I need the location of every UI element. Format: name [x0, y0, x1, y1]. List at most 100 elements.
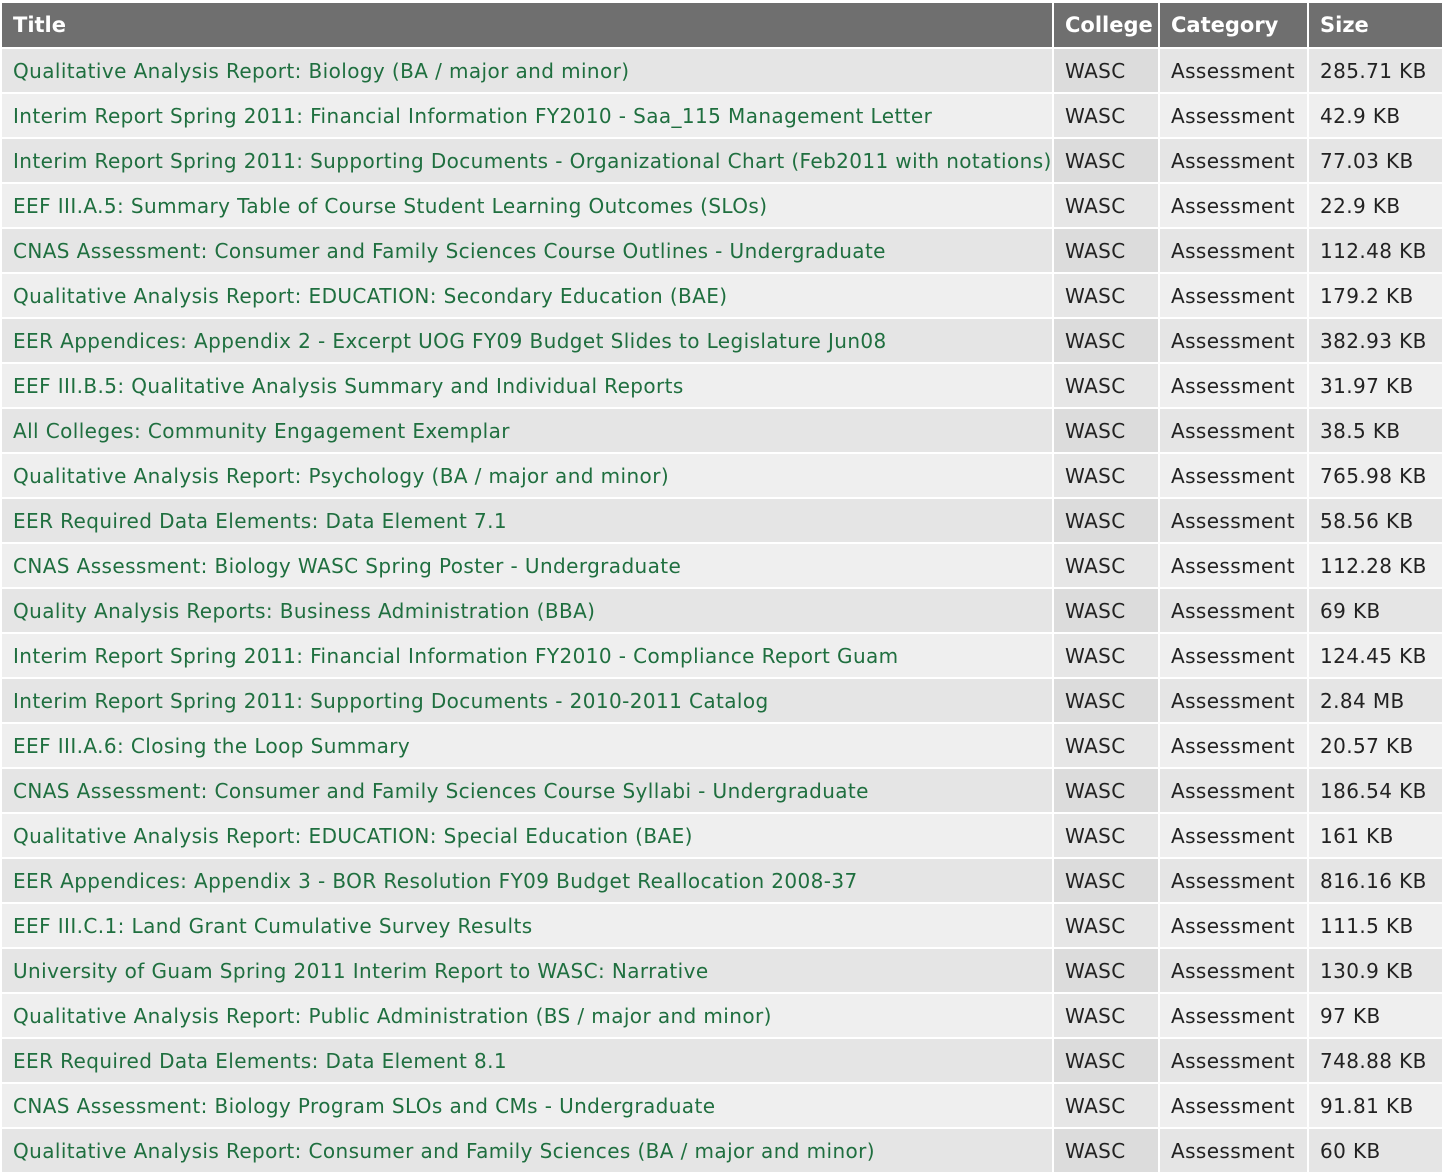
cell-category: Assessment	[1160, 947, 1309, 992]
cell-size: 161 KB	[1309, 812, 1442, 857]
cell-category: Assessment	[1160, 182, 1309, 227]
document-title-link[interactable]: Qualitative Analysis Report: Public Admi…	[13, 1004, 772, 1028]
document-title-link[interactable]: Interim Report Spring 2011: Supporting D…	[13, 689, 769, 713]
table-row: Qualitative Analysis Report: EDUCATION: …	[2, 272, 1442, 317]
table-row: University of Guam Spring 2011 Interim R…	[2, 947, 1442, 992]
cell-size: 77.03 KB	[1309, 137, 1442, 182]
table-body: Qualitative Analysis Report: Biology (BA…	[2, 47, 1442, 1172]
table-row: EER Appendices: Appendix 2 - Excerpt UOG…	[2, 317, 1442, 362]
document-title-link[interactable]: EER Required Data Elements: Data Element…	[13, 1049, 507, 1073]
document-title-link[interactable]: Qualitative Analysis Report: Psychology …	[13, 464, 669, 488]
cell-size: 111.5 KB	[1309, 902, 1442, 947]
document-title-link[interactable]: CNAS Assessment: Biology WASC Spring Pos…	[13, 554, 681, 578]
cell-size: 112.48 KB	[1309, 227, 1442, 272]
cell-category: Assessment	[1160, 902, 1309, 947]
cell-category: Assessment	[1160, 812, 1309, 857]
cell-college: WASC	[1054, 677, 1160, 722]
document-title-link[interactable]: University of Guam Spring 2011 Interim R…	[13, 959, 709, 983]
document-title-link[interactable]: Qualitative Analysis Report: Biology (BA…	[13, 59, 629, 83]
cell-category: Assessment	[1160, 587, 1309, 632]
cell-category: Assessment	[1160, 137, 1309, 182]
cell-category: Assessment	[1160, 92, 1309, 137]
cell-category: Assessment	[1160, 272, 1309, 317]
cell-size: 2.84 MB	[1309, 677, 1442, 722]
cell-category: Assessment	[1160, 497, 1309, 542]
table-row: Interim Report Spring 2011: Supporting D…	[2, 137, 1442, 182]
cell-size: 60 KB	[1309, 1127, 1442, 1172]
document-title-link[interactable]: EER Appendices: Appendix 2 - Excerpt UOG…	[13, 329, 887, 353]
table-row: Interim Report Spring 2011: Financial In…	[2, 92, 1442, 137]
document-title-link[interactable]: Quality Analysis Reports: Business Admin…	[13, 599, 595, 623]
cell-category: Assessment	[1160, 362, 1309, 407]
documents-table: Title College Category Size Qualitative …	[2, 3, 1442, 1172]
table-row: Qualitative Analysis Report: Biology (BA…	[2, 47, 1442, 92]
document-title-link[interactable]: All Colleges: Community Engagement Exemp…	[13, 419, 510, 443]
table-row: EEF III.A.6: Closing the Loop Summary WAS…	[2, 722, 1442, 767]
cell-college: WASC	[1054, 812, 1160, 857]
document-title-link[interactable]: Interim Report Spring 2011: Financial In…	[13, 644, 899, 668]
header-title[interactable]: Title	[2, 3, 1054, 47]
cell-size: 112.28 KB	[1309, 542, 1442, 587]
cell-size: 285.71 KB	[1309, 47, 1442, 92]
document-title-link[interactable]: EER Appendices: Appendix 3 - BOR Resolut…	[13, 869, 858, 893]
cell-title: All Colleges: Community Engagement Exemp…	[2, 407, 1054, 452]
document-title-link[interactable]: EEF III.C.1: Land Grant Cumulative Surve…	[13, 914, 533, 938]
cell-category: Assessment	[1160, 1037, 1309, 1082]
cell-college: WASC	[1054, 407, 1160, 452]
cell-college: WASC	[1054, 947, 1160, 992]
cell-college: WASC	[1054, 767, 1160, 812]
cell-college: WASC	[1054, 587, 1160, 632]
cell-size: 38.5 KB	[1309, 407, 1442, 452]
cell-college: WASC	[1054, 182, 1160, 227]
cell-title: EER Required Data Elements: Data Element…	[2, 1037, 1054, 1082]
cell-size: 22.9 KB	[1309, 182, 1442, 227]
cell-title: Qualitative Analysis Report: Consumer an…	[2, 1127, 1054, 1172]
cell-category: Assessment	[1160, 992, 1309, 1037]
cell-category: Assessment	[1160, 47, 1309, 92]
document-title-link[interactable]: CNAS Assessment: Consumer and Family Sci…	[13, 779, 869, 803]
cell-title: CNAS Assessment: Biology Program SLOs an…	[2, 1082, 1054, 1127]
cell-size: 382.93 KB	[1309, 317, 1442, 362]
cell-size: 97 KB	[1309, 992, 1442, 1037]
cell-size: 31.97 KB	[1309, 362, 1442, 407]
document-title-link[interactable]: EER Required Data Elements: Data Element…	[13, 509, 507, 533]
cell-title: Qualitative Analysis Report: EDUCATION: …	[2, 272, 1054, 317]
cell-college: WASC	[1054, 227, 1160, 272]
document-title-link[interactable]: Qualitative Analysis Report: EDUCATION: …	[13, 824, 693, 848]
header-size[interactable]: Size	[1309, 3, 1442, 47]
cell-college: WASC	[1054, 47, 1160, 92]
cell-category: Assessment	[1160, 452, 1309, 497]
document-title-link[interactable]: EEF III.B.5: Qualitative Analysis Summar…	[13, 374, 684, 398]
document-title-link[interactable]: CNAS Assessment: Biology Program SLOs an…	[13, 1094, 715, 1118]
cell-category: Assessment	[1160, 857, 1309, 902]
cell-college: WASC	[1054, 137, 1160, 182]
header-college[interactable]: College	[1054, 3, 1160, 47]
table-row: CNAS Assessment: Biology WASC Spring Pos…	[2, 542, 1442, 587]
cell-college: WASC	[1054, 1127, 1160, 1172]
cell-title: Qualitative Analysis Report: Biology (BA…	[2, 47, 1054, 92]
document-title-link[interactable]: Interim Report Spring 2011: Financial In…	[13, 104, 932, 128]
cell-college: WASC	[1054, 452, 1160, 497]
cell-title: Qualitative Analysis Report: Public Admi…	[2, 992, 1054, 1037]
cell-college: WASC	[1054, 632, 1160, 677]
document-title-link[interactable]: CNAS Assessment: Consumer and Family Sci…	[13, 239, 886, 263]
table-row: CNAS Assessment: Consumer and Family Sci…	[2, 767, 1442, 812]
document-title-link[interactable]: EEF III.A.6: Closing the Loop Summary	[13, 734, 410, 758]
document-title-link[interactable]: Qualitative Analysis Report: EDUCATION: …	[13, 284, 727, 308]
table-row: Qualitative Analysis Report: Psychology …	[2, 452, 1442, 497]
cell-college: WASC	[1054, 1082, 1160, 1127]
cell-category: Assessment	[1160, 227, 1309, 272]
document-title-link[interactable]: EEF III.A.5: Summary Table of Course Stu…	[13, 194, 767, 218]
cell-college: WASC	[1054, 272, 1160, 317]
cell-college: WASC	[1054, 497, 1160, 542]
document-title-link[interactable]: Qualitative Analysis Report: Consumer an…	[13, 1139, 875, 1163]
document-title-link[interactable]: Interim Report Spring 2011: Supporting D…	[13, 149, 1052, 173]
cell-title: Interim Report Spring 2011: Supporting D…	[2, 677, 1054, 722]
cell-title: EER Appendices: Appendix 2 - Excerpt UOG…	[2, 317, 1054, 362]
table-header: Title College Category Size	[2, 3, 1442, 47]
cell-college: WASC	[1054, 92, 1160, 137]
cell-college: WASC	[1054, 317, 1160, 362]
cell-title: CNAS Assessment: Biology WASC Spring Pos…	[2, 542, 1054, 587]
header-category[interactable]: Category	[1160, 3, 1309, 47]
cell-category: Assessment	[1160, 767, 1309, 812]
